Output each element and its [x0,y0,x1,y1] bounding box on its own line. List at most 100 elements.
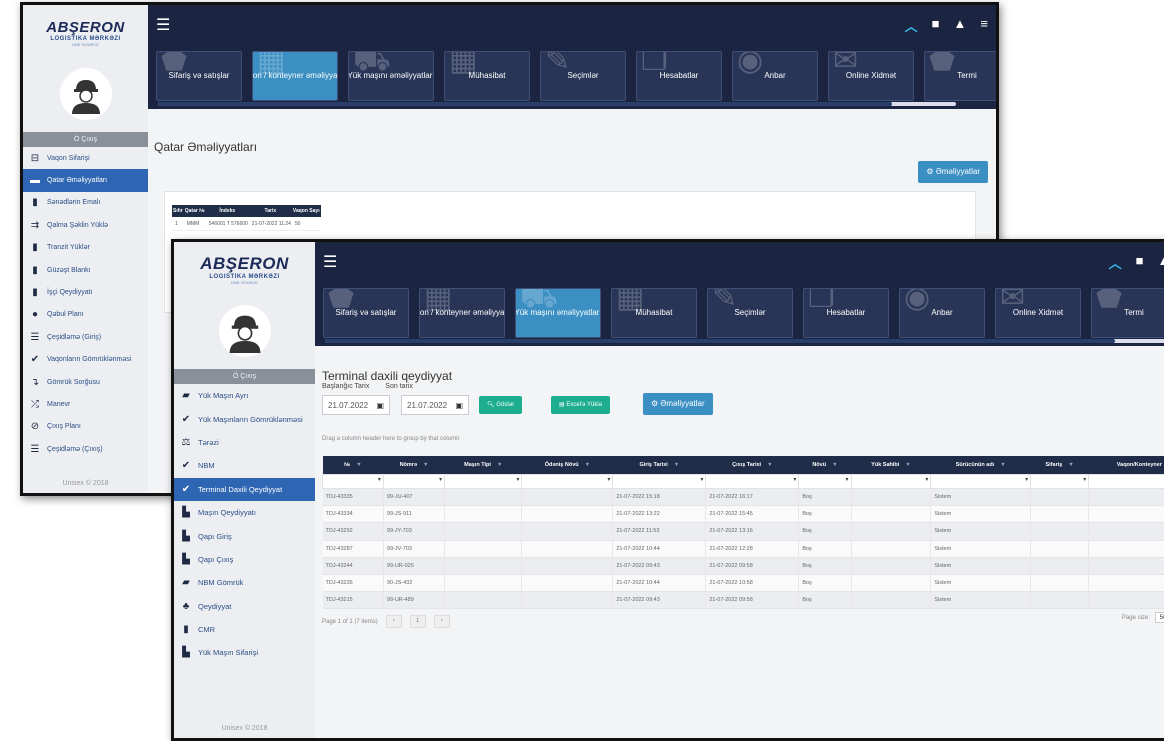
show-button[interactable]: 🔍︎ Göstər [479,396,522,414]
filter-cell[interactable]: ▾ [1089,475,1164,489]
module-tile[interactable]: ⬟Termi [1091,288,1164,338]
sidebar-item[interactable]: ▙Maşın Qeydiyyatı [174,501,315,524]
table-row[interactable]: TDJ-4323590-JS-43221-07-2022 10:4421-07-… [323,574,1164,591]
group-panel-hint[interactable]: Drag a column header here to group by th… [322,436,459,442]
filter-cell[interactable]: ▾ [323,475,384,489]
tile-scrollbar[interactable] [158,102,956,106]
sidebar-item[interactable]: ▰NBM Gömrük [174,571,315,594]
column-header[interactable]: Çıxış Tarixi▼ [706,456,799,475]
logo[interactable]: ABŞERON LOGISTIKA MƏRKƏZI ONE SOURCE [23,5,148,60]
pager-next[interactable]: › [434,615,450,628]
module-tile[interactable]: ⛟Yük maşını əməliyyatları [515,288,601,338]
pager-prev[interactable]: ‹ [386,615,402,628]
hamburger-icon[interactable]: ☰ [323,252,337,272]
tile-scrollbar[interactable] [325,339,1164,343]
column-header[interactable]: №▼ [323,456,384,475]
sidebar-item[interactable]: ▮CMR [174,618,315,641]
column-header[interactable]: Nömrə▼ [383,456,444,475]
filter-icon[interactable]: ▼ [585,462,590,468]
funnel-icon[interactable]: ▾ [378,476,381,483]
module-tile[interactable]: ✎Seçimlər [707,288,793,338]
module-tile[interactable]: ✉Online Xidmət [828,51,914,101]
card-icon[interactable]: ■ [1136,253,1144,272]
filter-icon[interactable]: ▼ [674,462,679,468]
sidebar-item[interactable]: ✔Vaqonların Gömrüklənməsi [23,349,148,371]
sidebar-item[interactable]: ▙Yük Maşın Sifarişi [174,641,315,664]
sidebar-item[interactable]: ✔NBM [174,454,315,477]
funnel-icon[interactable]: ▾ [607,476,610,483]
filter-icon[interactable]: ▼ [497,462,502,468]
page-size-select[interactable]: 50 ▾ [1155,612,1164,623]
filter-cell[interactable]: ▾ [931,475,1031,489]
funnel-icon[interactable]: ▾ [846,476,849,483]
card-icon[interactable]: ■ [932,16,940,35]
funnel-icon[interactable]: ▾ [1083,476,1086,483]
column-header[interactable]: Giriş Tarixi▼ [613,456,706,475]
sidebar-item[interactable]: ✔Terminal Daxili Qeydiyyat [174,478,315,501]
sidebar-item[interactable]: ⇉Qalma Şəklin Yüklə [23,214,148,236]
sidebar-item[interactable]: ▰Yük Maşın Ayrı [174,384,315,407]
operations-button[interactable]: ⚙ Əməliyyatlar [643,393,713,415]
column-header[interactable]: Tarix [249,205,292,217]
sidebar-item[interactable]: ⊘Çıxış Planı [23,416,148,438]
filter-icon[interactable]: ▼ [1068,462,1073,468]
module-tile[interactable]: ✎Seçimlər [540,51,626,101]
table-row[interactable]: TDJ-4321599-UR-48921-07-2022 09:4321-07-… [323,592,1164,609]
filter-cell[interactable]: ▾ [383,475,444,489]
funnel-icon[interactable]: ▾ [925,476,928,483]
column-header[interactable]: Sifariş▼ [1031,456,1089,475]
module-tile[interactable]: ❐Hesabatlar [636,51,722,101]
filter-icon[interactable]: ▼ [356,462,361,468]
column-header[interactable]: Ödəniş Növü▼ [522,456,613,475]
module-tile[interactable]: ▦Vaqon / konteyner əməliyyatları [252,51,338,101]
funnel-icon[interactable]: ▾ [439,476,442,483]
column-header[interactable]: Sıfır [172,205,184,217]
column-header[interactable]: Vaqon/Konteyner▼ [1089,456,1164,475]
module-tile[interactable]: ✉Online Xidmət [995,288,1081,338]
module-tile[interactable]: ▦Mühasibat [611,288,697,338]
module-tile[interactable]: ❐Hesabatlar [803,288,889,338]
start-date-input[interactable]: 21.07.2022 ▣ [322,395,390,415]
table-row[interactable]: TDJ-4328799-JV-70321-07-2022 10:4421-07-… [323,540,1164,557]
table-row[interactable]: TDJ-4333499-JS-91121-07-2022 13:2221-07-… [323,506,1164,523]
table-row[interactable]: TDJ-4329299-JY-70321-07-2022 11:5321-07-… [323,523,1164,540]
module-tile[interactable]: ◉Anbar [899,288,985,338]
funnel-icon[interactable]: ▾ [516,476,519,483]
module-tile[interactable]: ⬟Sifariş və satışlar [156,51,242,101]
sidebar-item[interactable]: ▙Qapı Giriş [174,524,315,547]
sidebar-item[interactable]: ♣Qeydiyyat [174,595,315,618]
module-tile[interactable]: ⬟Sifariş və satışlar [323,288,409,338]
column-header[interactable]: Sürücünün adı▼ [931,456,1031,475]
sidebar-item[interactable]: ▮Güzəşt Blankı [23,259,148,281]
table-row[interactable]: TDJ-4333599-JU-40721-07-2022 15:1821-07-… [323,489,1164,506]
calendar-icon[interactable]: ▣ [376,396,384,416]
operations-button[interactable]: ⚙ Əməliyyatlar [918,161,988,183]
scrollbar-thumb[interactable] [158,102,892,106]
hamburger-icon[interactable]: ☰ [156,15,170,35]
funnel-icon[interactable]: ▾ [1025,476,1028,483]
logo[interactable]: ABŞERON LOGISTIKA MƏRKƏZI ONE SOURCE [174,242,315,297]
column-header[interactable]: Qatar № [184,205,206,217]
filter-cell[interactable]: ▾ [851,475,931,489]
scrollbar-thumb[interactable] [325,339,1115,343]
filter-icon[interactable]: ▼ [832,462,837,468]
sidebar-item[interactable]: ↴Gömrük Sorğusu [23,371,148,393]
sidebar-item[interactable]: ▬Qatar Əməliyyatları [23,169,148,191]
filter-cell[interactable]: ▾ [706,475,799,489]
filter-cell[interactable]: ▾ [522,475,613,489]
excel-export-button[interactable]: ▤ Excel'ə Yüklə [551,396,610,414]
sidebar-item[interactable]: ⚖Tərəzi [174,431,315,454]
logout-link[interactable]: Ö Çıxış [23,132,148,147]
sidebar-item[interactable]: ●Qəbul Planı [23,304,148,326]
filter-cell[interactable]: ▾ [799,475,851,489]
sidebar-item[interactable]: ▮Tranzit Yüklər [23,237,148,259]
filter-cell[interactable]: ▾ [1031,475,1089,489]
table-row[interactable]: TDJ-4324499-UR-02521-07-2022 09:4321-07-… [323,557,1164,574]
sidebar-item[interactable]: ☰Çeşidləmə (Giriş) [23,326,148,348]
sidebar-item[interactable]: ✔Yük Maşınların Gömrüklənməsi [174,407,315,430]
logout-link[interactable]: Ö Çıxış [174,369,315,384]
calendar-icon[interactable]: ▣ [455,396,463,416]
column-header[interactable]: Yük Sahibi▼ [851,456,931,475]
filter-icon[interactable]: ▼ [905,462,910,468]
filter-cell[interactable]: ▾ [613,475,706,489]
